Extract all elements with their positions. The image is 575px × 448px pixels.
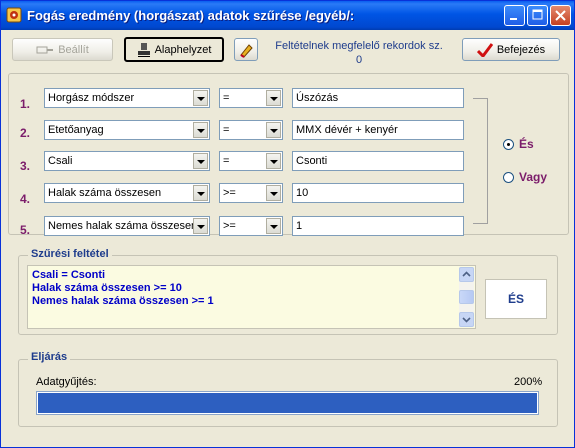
field-select-value: Horgász módszer [48,92,135,104]
field-select[interactable]: Etetőanyag [44,120,210,140]
app-icon [6,7,22,23]
scroll-down-button[interactable] [459,312,474,327]
matching-records-label: Feltételnek megfelelő rekordok sz. [275,40,443,52]
value-input-text: MMX dévér + kenyér [296,124,398,136]
close-button[interactable] [550,5,571,26]
value-input[interactable]: MMX dévér + kenyér [292,120,464,140]
field-select-value: Csali [48,155,73,167]
checkmark-icon [476,42,493,57]
field-select[interactable]: Nemes halak száma összesen [44,216,210,236]
clear-button[interactable] [234,38,258,61]
progress-label: Adatgyűjtés: [36,376,97,388]
maximize-icon [532,9,543,20]
operator-select[interactable]: >= [219,216,283,236]
chevron-down-icon [462,317,471,323]
operator-select-value: >= [223,220,236,232]
chevron-up-icon [462,271,471,277]
condition-number: 5. [20,223,31,237]
chevron-down-icon[interactable] [193,153,208,169]
window-title: Fogás eredmény (horgászat) adatok szűrés… [27,8,355,23]
chevron-down-icon[interactable] [193,90,208,106]
value-input-text: 10 [296,187,309,199]
field-select[interactable]: Halak száma összesen [44,183,210,203]
operator-select-value: = [223,124,230,136]
value-input[interactable]: 1 [292,216,464,236]
chevron-down-icon[interactable] [193,185,208,201]
chevron-down-icon[interactable] [266,153,281,169]
chevron-down-icon[interactable] [266,185,281,201]
title-bar[interactable]: Fogás eredmény (horgászat) adatok szűrés… [1,1,574,30]
chevron-down-icon[interactable] [266,90,281,106]
value-input-text: Csonti [296,155,328,167]
process-group-title: Eljárás [28,351,71,363]
condition-number: 4. [20,192,31,206]
filter-scrollbar[interactable] [459,267,474,327]
eraser-icon [240,43,253,58]
maximize-button[interactable] [527,5,548,26]
finish-button[interactable]: Befejezés [462,38,560,61]
and-radio[interactable] [503,139,514,150]
operator-select[interactable]: = [219,151,283,171]
apply-button[interactable]: Beállít [12,38,113,61]
value-input-text: Úszózás [296,92,339,104]
scroll-up-button[interactable] [459,267,474,282]
operator-select[interactable]: = [219,120,283,140]
field-select-value: Nemes halak száma összesen [48,220,198,232]
matching-records: Feltételnek megfelelő rekordok sz. 0 [269,39,449,67]
progress-percent: 200% [514,376,543,388]
value-input[interactable]: Úszózás [292,88,464,108]
chevron-down-icon[interactable] [266,122,281,138]
value-input[interactable]: Csonti [292,151,464,171]
progress-fill [38,393,537,413]
condition-number: 2. [20,126,31,140]
close-icon [555,10,566,21]
key-icon [36,46,54,53]
field-select[interactable]: Horgász módszer [44,88,210,108]
field-select-value: Etetőanyag [48,124,104,136]
and-radio-label[interactable]: És [519,137,534,151]
operator-select[interactable]: >= [219,183,283,203]
or-radio[interactable] [503,172,514,183]
field-select-value: Halak száma összesen [48,187,162,199]
minimize-icon [510,18,517,20]
filter-line: Halak száma összesen >= 10 [32,282,182,294]
scroll-thumb[interactable] [459,290,474,304]
chevron-down-icon[interactable] [266,218,281,234]
operator-select-value: = [223,92,230,104]
operator-select-value: >= [223,187,236,199]
operator-select-value: = [223,155,230,167]
apply-button-label: Beállít [58,43,89,56]
logic-mode-indicator: ÉS [485,279,547,319]
operator-select[interactable]: = [219,88,283,108]
value-input[interactable]: 10 [292,183,464,203]
reset-button[interactable]: Alaphelyzet [124,37,224,62]
value-input-text: 1 [296,220,303,232]
stamp-icon [137,42,150,57]
filter-text-area[interactable]: Csali = Csonti Halak száma összesen >= 1… [27,265,476,329]
filter-line: Csali = Csonti [32,269,106,281]
condition-number: 3. [20,159,31,173]
filter-line: Nemes halak száma összesen >= 1 [32,295,214,307]
progress-bar [36,391,539,415]
filter-group-title: Szűrési feltétel [28,248,112,260]
reset-button-label: Alaphelyzet [154,43,212,56]
condition-number: 1. [20,97,31,111]
or-radio-label[interactable]: Vagy [519,170,547,184]
chevron-down-icon[interactable] [193,218,208,234]
minimize-button[interactable] [504,5,525,26]
field-select[interactable]: Csali [44,151,210,171]
chevron-down-icon[interactable] [193,122,208,138]
finish-button-label: Befejezés [496,43,546,56]
logic-bracket [473,98,488,224]
matching-records-count: 0 [355,54,363,66]
filter-window: Fogás eredmény (horgászat) adatok szűrés… [0,0,575,448]
